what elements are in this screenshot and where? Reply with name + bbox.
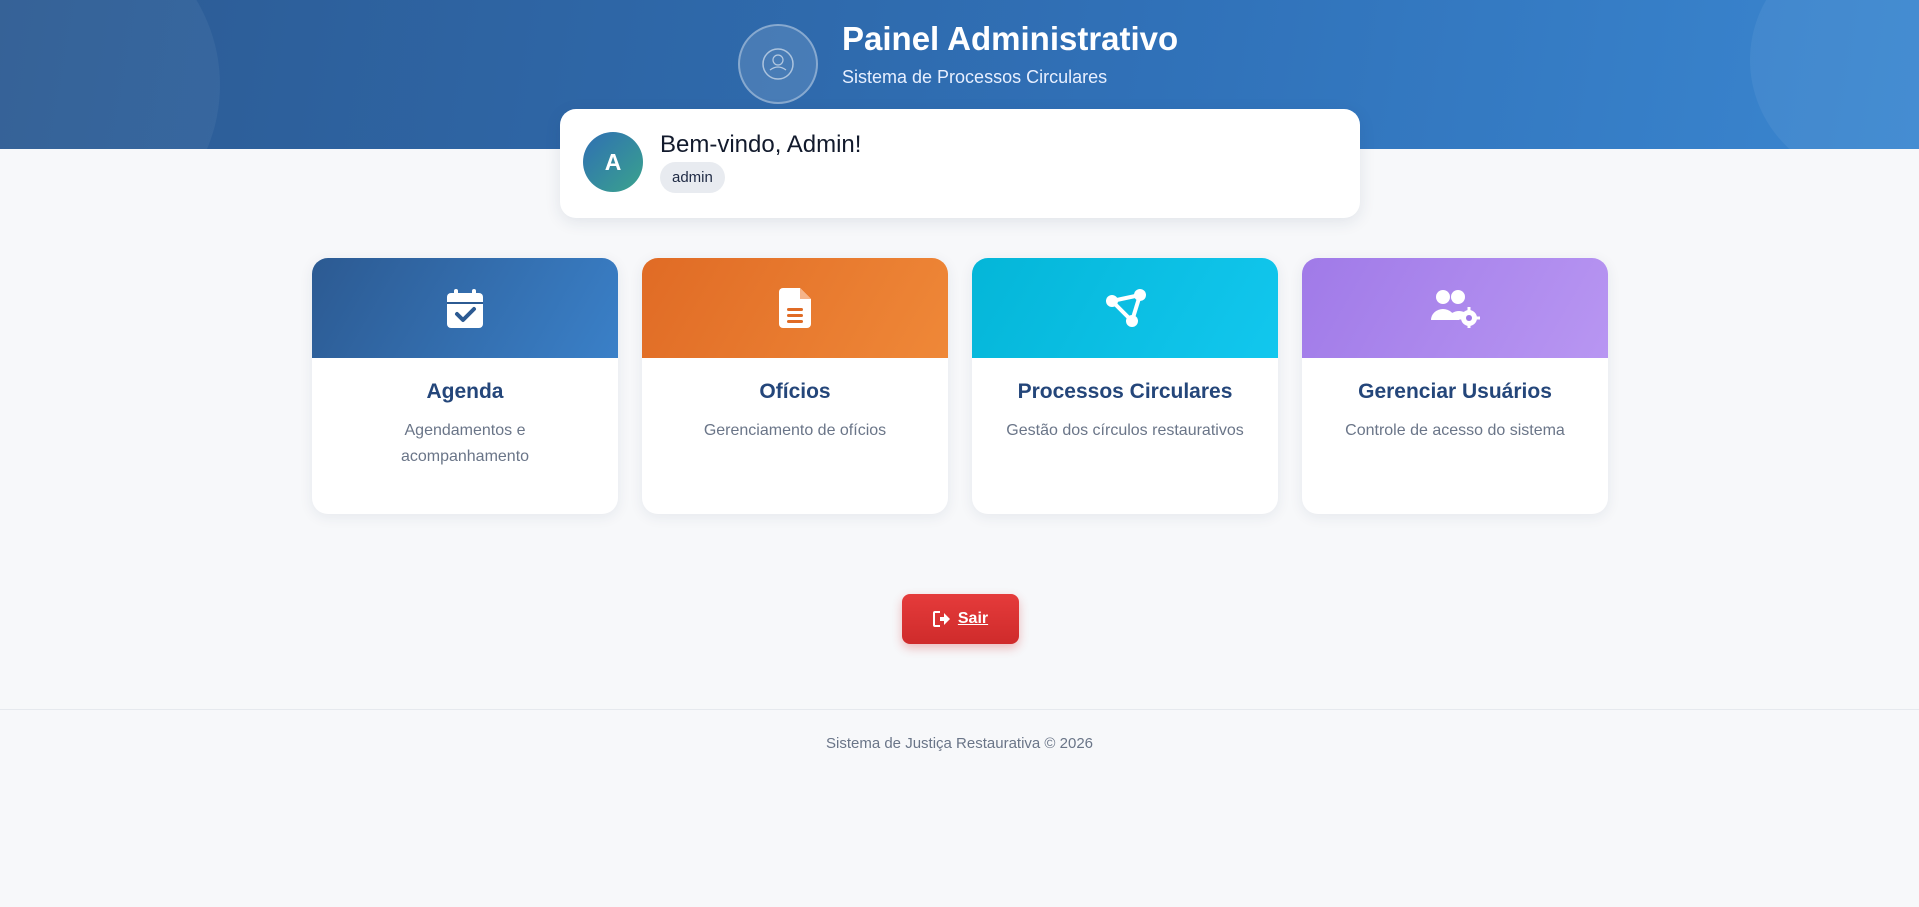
card-title: Gerenciar Usuários	[1358, 380, 1552, 403]
file-lines-icon	[779, 288, 811, 328]
page-subtitle: Sistema de Processos Circulares	[842, 67, 1108, 87]
card-title: Ofícios	[759, 380, 831, 403]
users-gear-icon	[1431, 290, 1480, 328]
footer-text: Sistema de Justiça Restaurativa © 2026	[825, 735, 1094, 752]
avatar: A	[583, 132, 643, 192]
card-header	[312, 258, 618, 358]
card-agenda[interactable]: Agenda Agendamentos e acompanhamento	[312, 258, 618, 514]
card-processos-circulares[interactable]: Processos Circulares Gestão dos círculos…	[972, 258, 1278, 514]
logo-icon	[738, 24, 818, 104]
card-description: Gerenciamento de ofícios	[703, 422, 887, 439]
footer-divider	[0, 709, 1919, 710]
circle-nodes-icon	[1106, 289, 1146, 327]
card-description: Agendamentos e acompanhamento	[400, 422, 530, 465]
role-badge: admin	[660, 162, 725, 193]
decorative-circle	[1750, 0, 1919, 149]
card-description: Gestão dos círculos restaurativos	[1006, 422, 1244, 439]
sign-out-icon	[932, 611, 950, 627]
page-title: Painel Administrativo	[842, 20, 1179, 57]
card-gerenciar-usuarios[interactable]: Gerenciar Usuários Controle de acesso do…	[1302, 258, 1608, 514]
card-oficios[interactable]: Ofícios Gerenciamento de ofícios	[642, 258, 948, 514]
card-header	[1302, 258, 1608, 358]
card-title: Agenda	[426, 380, 504, 403]
decorative-circle	[0, 0, 220, 149]
welcome-card: A Bem-vindo, Admin! admin	[560, 109, 1360, 218]
card-title: Processos Circulares	[1017, 380, 1233, 403]
logout-label: Sair	[957, 610, 989, 627]
card-header	[642, 258, 948, 358]
card-description: Controle de acesso do sistema	[1345, 422, 1565, 439]
card-header	[972, 258, 1278, 358]
welcome-greeting: Bem-vindo, Admin!	[660, 131, 862, 158]
calendar-check-icon	[447, 289, 483, 328]
logout-button[interactable]: Sair	[902, 594, 1019, 644]
